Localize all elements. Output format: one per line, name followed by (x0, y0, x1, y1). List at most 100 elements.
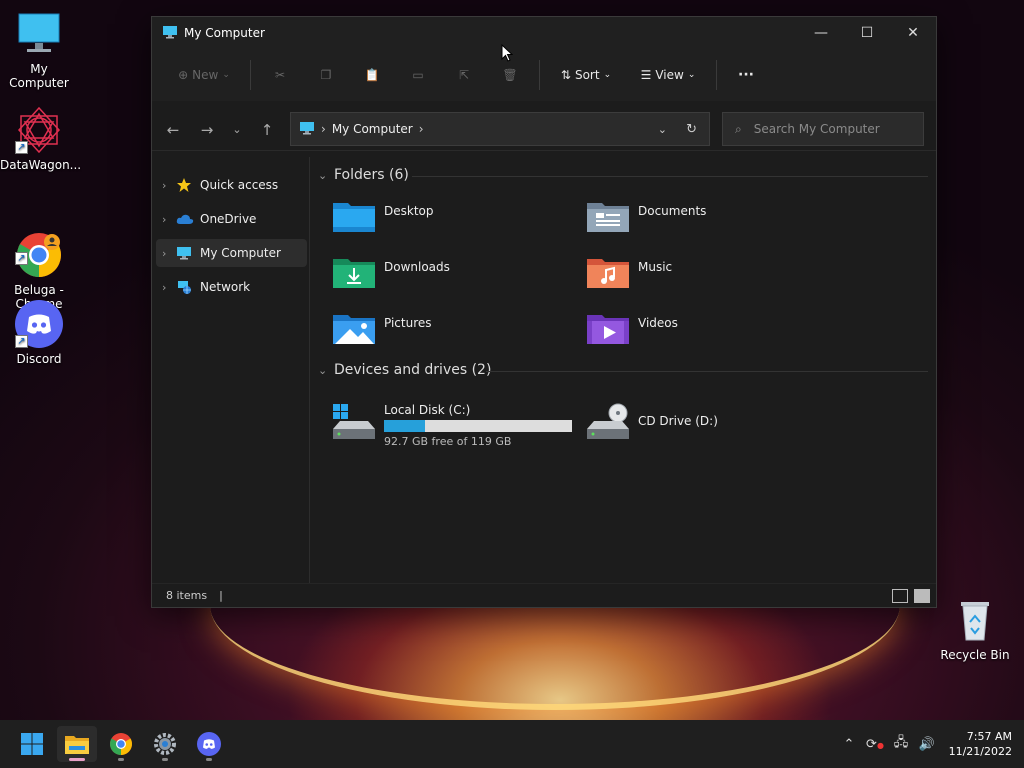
more-options-button[interactable]: ··· (723, 59, 769, 91)
up-button[interactable]: ↑ (250, 115, 284, 145)
folder-tile-downloads[interactable]: Downloads (332, 255, 572, 305)
share-icon: ⇱ (458, 68, 470, 82)
datawagon-logo-icon: ↗ (15, 106, 63, 154)
recent-locations-button[interactable]: ⌄ (224, 115, 250, 145)
shortcut-arrow-icon: ↗ (15, 141, 28, 154)
volume-button[interactable]: 🔊 (914, 737, 940, 752)
network-monitor-icon: 🖧 (893, 735, 909, 750)
folder-name: Downloads (384, 260, 450, 274)
chevron-down-icon: ⌄ (318, 363, 328, 377)
folders-group-label: Folders (6) (334, 167, 409, 183)
shortcut-arrow-icon: ↗ (15, 252, 28, 265)
desktop-icon-label: My Computer (9, 62, 69, 90)
shortcut-arrow-icon: ↗ (15, 335, 28, 348)
sort-button[interactable]: ⇅ Sort ⌄ (546, 59, 626, 91)
share-button[interactable]: ⇱ (441, 59, 487, 91)
nav-item-my-computer[interactable]: › My Computer (156, 239, 307, 267)
taskbar-file-explorer[interactable] (57, 726, 97, 762)
drive-name: CD Drive (D:) (638, 414, 718, 428)
breadcrumb-my-computer[interactable]: My Computer (332, 122, 413, 136)
search-box[interactable]: ⌕ Search My Computer (722, 112, 924, 146)
folder-tile-documents[interactable]: Documents (586, 199, 826, 249)
address-bar[interactable]: › My Computer › ⌄ ↻ (290, 112, 710, 146)
window-title: My Computer (184, 26, 265, 40)
downloads-folder-icon (332, 255, 376, 295)
drives-group-header[interactable]: ⌄ Devices and drives (2) (318, 362, 491, 378)
clock[interactable]: 7:57 AM 11/21/2022 (948, 729, 1012, 759)
sync-alert-icon: ⟳● (866, 736, 884, 752)
title-bar[interactable]: My Computer — ☐ ✕ (152, 17, 936, 49)
chevron-right-icon[interactable]: › (162, 179, 176, 192)
rename-button[interactable]: ▭ (395, 59, 441, 91)
status-bar: 8 items | (152, 583, 936, 607)
nav-item-onedrive[interactable]: › OneDrive (156, 205, 307, 233)
nav-item-label: OneDrive (200, 212, 257, 226)
nav-item-quick-access[interactable]: › Quick access (156, 171, 307, 199)
drive-tile-local-disk[interactable]: Local Disk (C:) 92.7 GB free of 119 GB (332, 403, 572, 451)
chevron-right-icon[interactable]: › (419, 122, 424, 136)
back-button[interactable]: ← (156, 115, 190, 145)
desktop-icon-label: DataWagon... (0, 158, 82, 172)
sync-status-button[interactable]: ⟳● (862, 737, 888, 752)
arrow-left-icon: ← (166, 120, 180, 139)
speaker-icon: 🔊 (918, 736, 936, 752)
start-button[interactable] (12, 726, 52, 762)
address-row: ← → ⌄ ↑ › My Computer › ⌄ ↻ ⌕ Search My … (152, 109, 936, 151)
clipboard-icon: 📋 (364, 68, 380, 82)
folder-tile-music[interactable]: Music (586, 255, 826, 305)
gear-icon (154, 733, 176, 755)
discord-icon: ↗ (15, 300, 63, 348)
minimize-button[interactable]: — (798, 17, 844, 49)
desktop-icon-my-computer[interactable]: My Computer (0, 10, 78, 90)
drive-tile-cd-drive[interactable]: CD Drive (D:) (586, 403, 826, 453)
chevron-down-icon: ⌄ (687, 70, 696, 80)
forward-button[interactable]: → (190, 115, 224, 145)
view-button[interactable]: ☰ View ⌄ (626, 59, 710, 91)
discord-icon (197, 732, 221, 756)
refresh-icon[interactable]: ↻ (686, 122, 697, 137)
running-indicator (206, 758, 212, 761)
folder-tile-pictures[interactable]: Pictures (332, 311, 572, 361)
star-icon (176, 177, 196, 193)
chrome-icon (110, 733, 132, 755)
folder-tile-desktop[interactable]: Desktop (332, 199, 572, 249)
active-indicator (69, 758, 85, 761)
group-divider (412, 176, 928, 177)
address-dropdown-icon[interactable]: ⌄ (658, 123, 667, 136)
chevron-down-icon: ⌄ (318, 168, 328, 182)
desktop-icon-recycle-bin[interactable]: Recycle Bin (936, 596, 1014, 662)
music-folder-icon (586, 255, 630, 295)
cloud-icon (176, 213, 196, 225)
new-button[interactable]: ⊕ New ⌄ (164, 59, 244, 91)
chevron-down-icon: ⌄ (232, 123, 242, 136)
close-button[interactable]: ✕ (890, 17, 936, 49)
plus-circle-icon: ⊕ (178, 68, 189, 82)
desktop-icon-datawagon[interactable]: ↗ DataWagon... (0, 106, 82, 172)
desktop-icon-label: Recycle Bin (940, 648, 1010, 662)
show-hidden-icons-button[interactable]: ⌃ (836, 737, 862, 752)
chevron-right-icon[interactable]: › (162, 247, 176, 260)
nav-item-network[interactable]: › Network (156, 273, 307, 301)
taskbar-settings[interactable] (145, 726, 185, 762)
chevron-right-icon[interactable]: › (162, 213, 176, 226)
network-status-button[interactable]: 🖧 (888, 733, 914, 755)
scissors-icon: ✂ (274, 68, 286, 82)
monitor-icon (15, 10, 63, 58)
folders-group-header[interactable]: ⌄ Folders (6) (318, 167, 409, 183)
tiles-view-button[interactable] (914, 588, 930, 603)
toolbar-divider (716, 60, 717, 90)
system-tray: ⌃ ⟳● 🖧 🔊 7:57 AM 11/21/2022 (836, 720, 1012, 768)
command-bar: ⊕ New ⌄ ✂ ❐ 📋 ▭ ⇱ 🗑 ⇅ Sort ⌄ ☰ View ⌄ ··… (152, 49, 936, 101)
copy-button[interactable]: ❐ (303, 59, 349, 91)
paste-button[interactable]: 📋 (349, 59, 395, 91)
folder-name: Documents (638, 204, 707, 218)
desktop-icon-discord[interactable]: ↗ Discord (0, 300, 78, 366)
folder-tile-videos[interactable]: Videos (586, 311, 826, 361)
cut-button[interactable]: ✂ (257, 59, 303, 91)
chevron-right-icon[interactable]: › (162, 281, 176, 294)
maximize-button[interactable]: ☐ (844, 17, 890, 49)
details-view-button[interactable] (892, 588, 908, 603)
taskbar-chrome[interactable] (101, 726, 141, 762)
taskbar-discord[interactable] (189, 726, 229, 762)
network-icon (176, 279, 196, 295)
